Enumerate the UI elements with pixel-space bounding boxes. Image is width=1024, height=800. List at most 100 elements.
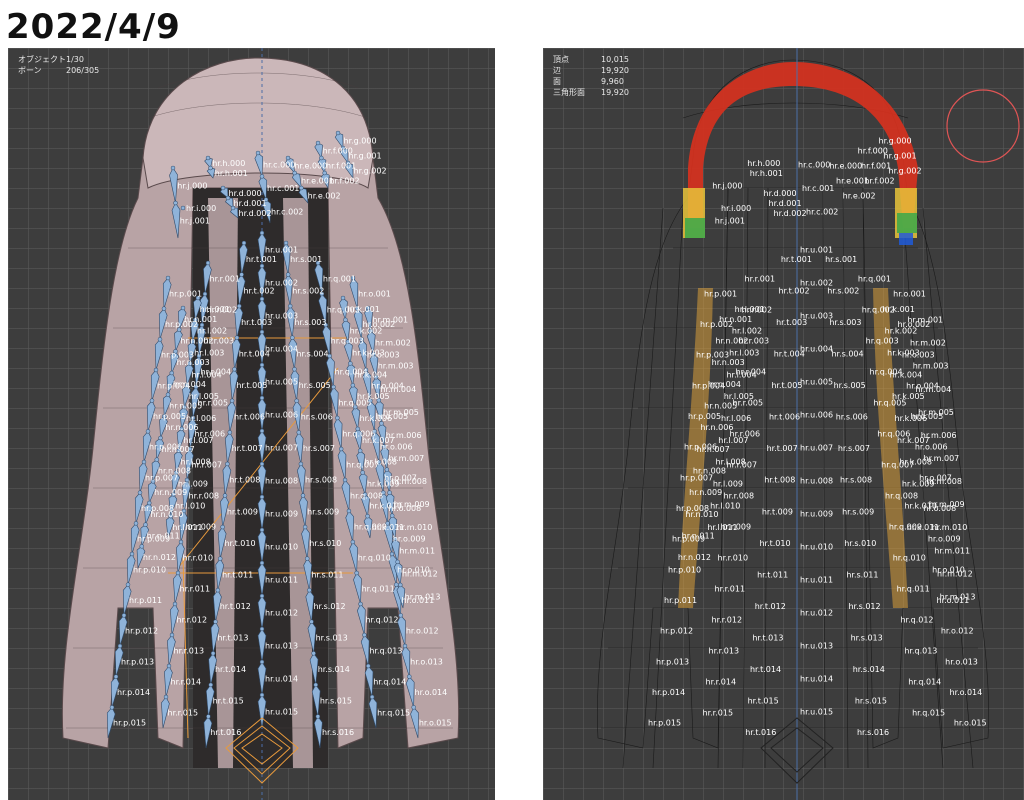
bone-joint[interactable] — [158, 435, 163, 441]
bone-joint[interactable] — [292, 367, 297, 372]
bone-joint[interactable] — [322, 170, 327, 176]
bone-joint[interactable] — [340, 295, 346, 301]
bone-joint[interactable] — [398, 613, 403, 618]
wireframe-mesh[interactable]: hr.u.001hr.u.002hr.u.003hr.u.004hr.u.005… — [543, 48, 1024, 800]
bone-joint[interactable] — [113, 674, 119, 679]
bone-joint[interactable] — [315, 140, 321, 146]
bone-joint[interactable] — [165, 392, 171, 397]
bone-joint[interactable] — [299, 185, 304, 191]
bone-joint[interactable] — [346, 508, 352, 514]
bone-joint[interactable] — [389, 513, 395, 518]
bone-joint[interactable] — [315, 714, 321, 719]
bone-joint[interactable] — [411, 705, 416, 710]
bone-joint[interactable] — [232, 367, 237, 372]
bone-joint[interactable] — [109, 705, 115, 710]
bone-joint[interactable] — [133, 521, 139, 526]
bone-joint[interactable] — [153, 367, 159, 373]
bone-joint[interactable] — [163, 694, 169, 700]
bone-joint[interactable] — [259, 494, 265, 500]
bone-joint[interactable] — [348, 361, 353, 366]
bone-joint[interactable] — [154, 457, 159, 462]
bone-joint[interactable] — [241, 240, 247, 246]
bone-joint[interactable] — [335, 415, 340, 421]
bone-joint[interactable] — [285, 155, 291, 161]
bone[interactable] — [368, 696, 378, 729]
bone-joint[interactable] — [398, 582, 403, 588]
bone-joint[interactable] — [387, 490, 392, 495]
bone-joint[interactable] — [239, 272, 244, 277]
bone-joint[interactable] — [354, 570, 359, 576]
bone-joint[interactable] — [229, 398, 235, 404]
bone-joint[interactable] — [259, 626, 265, 632]
bone-joint[interactable] — [255, 150, 261, 156]
bone-joint[interactable] — [394, 582, 399, 587]
bone-joint[interactable] — [222, 493, 228, 498]
bone-joint[interactable] — [259, 593, 265, 599]
bone-joint[interactable] — [288, 303, 293, 309]
bone-joint[interactable] — [358, 601, 363, 607]
bone-joint[interactable] — [139, 544, 144, 549]
bone-joint[interactable] — [331, 384, 336, 390]
bone-joint[interactable] — [227, 430, 232, 435]
bone-joint[interactable] — [311, 651, 316, 656]
bone-joint[interactable] — [294, 398, 299, 404]
bone-joint[interactable] — [319, 155, 324, 161]
pose-mode-viewport[interactable]: hr.u.001 hr.u.002 hr.u.003 hr.u.004 hr.u.005… — [8, 48, 495, 800]
bone-joint[interactable] — [369, 694, 375, 700]
bone-joint[interactable] — [225, 461, 230, 467]
bone-joint[interactable] — [365, 513, 370, 519]
bone-joint[interactable] — [285, 272, 291, 277]
bone-joint[interactable] — [305, 556, 310, 561]
bone-joint[interactable] — [338, 446, 344, 452]
bone-joint[interactable] — [145, 429, 151, 434]
bone-joint[interactable] — [137, 490, 143, 495]
bone-joint[interactable] — [143, 522, 148, 527]
weight-paint-viewport[interactable]: hr.u.001 hr.u.002 hr.u.003 hr.u.004 hr.u.005… — [543, 48, 1024, 800]
bone-joint[interactable] — [313, 682, 318, 688]
bone-joint[interactable] — [149, 398, 155, 403]
bone-joint[interactable] — [283, 240, 289, 246]
bone-joint[interactable] — [259, 174, 265, 179]
bone-joint[interactable] — [259, 659, 265, 665]
bone-joint[interactable] — [157, 337, 163, 342]
bone-joint[interactable] — [343, 317, 348, 323]
bone-joint[interactable] — [259, 527, 265, 533]
bone-joint[interactable] — [220, 185, 226, 191]
bone-joint[interactable] — [166, 663, 172, 669]
bone-joint[interactable] — [350, 383, 356, 388]
bone-joint[interactable] — [259, 362, 265, 368]
bone-joint[interactable] — [169, 632, 175, 638]
bone-joint[interactable] — [234, 335, 240, 340]
bone-joint[interactable] — [362, 632, 367, 638]
bone-joint[interactable] — [129, 551, 135, 557]
bone-joint[interactable] — [237, 303, 242, 309]
bone-joint[interactable] — [350, 539, 356, 545]
bone[interactable] — [364, 665, 374, 698]
bone-joint[interactable] — [206, 714, 211, 719]
bone-joint[interactable] — [259, 560, 265, 566]
bone-joint[interactable] — [407, 674, 412, 679]
bone-joint[interactable] — [208, 682, 213, 688]
bone-joint[interactable] — [169, 370, 174, 376]
bone-joint[interactable] — [141, 459, 147, 465]
bone-joint[interactable] — [335, 130, 341, 136]
bone-joint[interactable] — [395, 559, 400, 565]
bone-joint[interactable] — [205, 260, 211, 266]
bone-joint[interactable] — [259, 461, 265, 467]
bone-joint[interactable] — [307, 587, 312, 593]
hair-mesh-with-bones[interactable]: hr.u.001hr.u.002hr.u.003hr.u.004hr.u.005… — [8, 48, 495, 800]
bone-joint[interactable] — [205, 155, 211, 161]
bone-joint[interactable] — [220, 524, 225, 530]
bone-joint[interactable] — [172, 601, 178, 607]
bone-joint[interactable] — [292, 170, 297, 176]
bone-joint[interactable] — [366, 663, 371, 669]
bone-joint[interactable] — [170, 165, 176, 171]
bone-joint[interactable] — [290, 335, 295, 340]
bone-joint[interactable] — [384, 467, 390, 472]
bone-joint[interactable] — [360, 470, 365, 475]
bone-joint[interactable] — [259, 230, 265, 236]
bone-joint[interactable] — [259, 296, 265, 302]
bone-joint[interactable] — [298, 461, 304, 467]
bone-joint[interactable] — [309, 619, 314, 624]
bone-joint[interactable] — [259, 692, 265, 698]
